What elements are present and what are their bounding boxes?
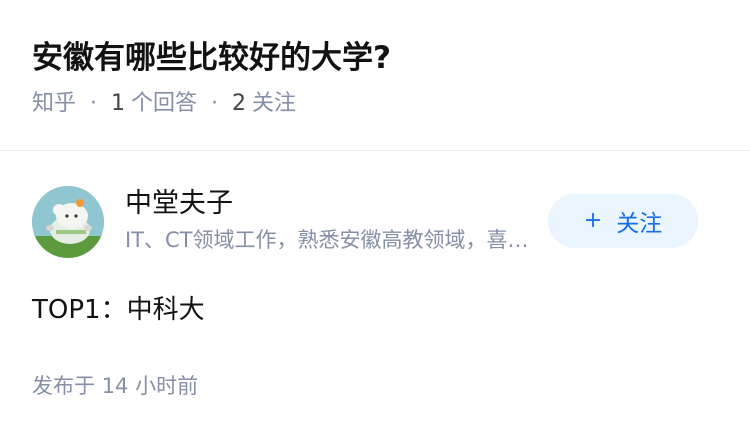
answer-time: 发布于 14 小时前 [32,370,198,402]
answer-content: TOP1：中科大 [32,295,205,325]
answer-count-label: 个回答 [131,91,198,116]
question-header: 安徽有哪些比较好的大学? 知乎 · 1 个回答 · 2 关注 [32,34,718,120]
published-time: 14 小时前 [101,374,199,398]
author-info: 中堂夫子 IT、CT领域工作，熟悉安徽高教领域，喜欢数据分析 [125,184,535,256]
avatar-image [32,186,104,258]
author-headline: IT、CT领域工作，熟悉安徽高教领域，喜欢数据分析 [125,228,535,252]
follow-button-label: 关注 [616,211,663,237]
source-label[interactable]: 知乎 [32,88,76,120]
answer-author: 中堂夫子 IT、CT领域工作，熟悉安徽高教领域，喜欢数据分析 + 关注 [32,184,718,260]
avatar[interactable] [32,186,104,258]
published-label: 发布于 [32,374,95,398]
plus-icon: + [583,208,603,233]
follow-button[interactable]: + 关注 [548,194,698,248]
meta-separator: · [90,91,98,116]
follower-count-label: 关注 [252,91,297,116]
answer-count: 1 [111,91,126,116]
meta-separator: · [211,91,219,116]
question-meta: 知乎 · 1 个回答 · 2 关注 [32,88,718,120]
follower-count: 2 [232,91,247,116]
question-title[interactable]: 安徽有哪些比较好的大学? [32,34,718,82]
author-name[interactable]: 中堂夫子 [125,184,535,224]
section-divider [0,150,750,151]
